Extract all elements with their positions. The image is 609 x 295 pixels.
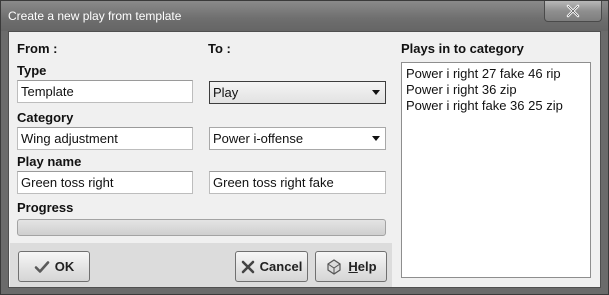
plays-list-header: Plays in to category bbox=[401, 41, 524, 56]
window-title: Create a new play from template bbox=[8, 9, 182, 23]
progress-bar bbox=[17, 219, 386, 236]
x-icon bbox=[241, 260, 254, 273]
ok-button[interactable]: OK bbox=[18, 251, 90, 282]
category-to-selected-value: Power i-offense bbox=[213, 131, 304, 146]
play-name-label: Play name bbox=[17, 154, 82, 169]
cancel-button-label: Cancel bbox=[259, 259, 303, 274]
from-header: From : bbox=[17, 41, 58, 56]
help-access-key: H bbox=[348, 259, 358, 274]
help-button-label: Help bbox=[348, 259, 376, 274]
cancel-button[interactable]: Cancel bbox=[235, 251, 308, 282]
button-bar: OK Cancel Help bbox=[10, 243, 392, 287]
chevron-down-icon bbox=[372, 136, 380, 141]
close-button[interactable] bbox=[544, 1, 602, 22]
help-icon bbox=[327, 258, 342, 275]
dialog-body: From : To : Plays in to category Type Te… bbox=[8, 31, 601, 288]
type-label: Type bbox=[17, 63, 47, 78]
progress-label: Progress bbox=[17, 200, 74, 215]
ok-button-label: OK bbox=[54, 259, 75, 274]
category-from-field[interactable]: Wing adjustment bbox=[17, 127, 193, 150]
play-name-to-field[interactable]: Green toss right fake bbox=[209, 171, 386, 194]
type-from-field[interactable]: Template bbox=[17, 80, 193, 103]
chevron-down-icon bbox=[372, 90, 380, 95]
list-item[interactable]: Power i right fake 36 25 zip bbox=[406, 98, 586, 114]
dialog-window: Create a new play from template From : T… bbox=[0, 0, 609, 295]
category-to-select[interactable]: Power i-offense bbox=[209, 127, 386, 150]
category-label: Category bbox=[17, 110, 74, 125]
check-icon bbox=[34, 260, 50, 273]
list-item[interactable]: Power i right 27 fake 46 rip bbox=[406, 66, 586, 82]
type-to-select[interactable]: Play bbox=[209, 81, 386, 104]
title-bar[interactable]: Create a new play from template bbox=[1, 1, 608, 31]
list-item[interactable]: Power i right 36 zip bbox=[406, 82, 586, 98]
help-label-rest: elp bbox=[357, 259, 377, 274]
plays-list[interactable]: Power i right 27 fake 46 rip Power i rig… bbox=[401, 62, 591, 278]
to-header: To : bbox=[208, 41, 231, 56]
play-name-from-field[interactable]: Green toss right bbox=[17, 171, 193, 194]
type-to-selected-value: Play bbox=[213, 85, 239, 100]
close-icon bbox=[566, 4, 580, 18]
help-button[interactable]: Help bbox=[315, 251, 387, 282]
